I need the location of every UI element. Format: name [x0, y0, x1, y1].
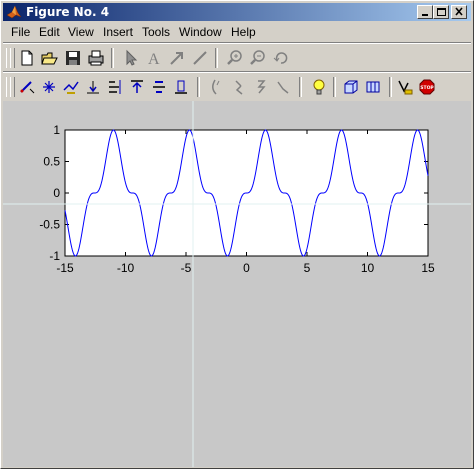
menu-insert[interactable]: Insert: [103, 25, 133, 39]
toolbar-grip[interactable]: [10, 77, 15, 97]
window-title: Figure No. 4: [26, 5, 110, 19]
align-top-button[interactable]: [127, 77, 147, 97]
matlab-logo-icon: [6, 4, 22, 20]
figure-window: Figure No. 4 File Edit View Insert Tools…: [0, 0, 474, 469]
rotate-3d-button[interactable]: [271, 48, 291, 68]
svg-text:STOP: STOP: [420, 85, 434, 91]
x-tick-label: -15: [56, 261, 74, 275]
camera-view-button[interactable]: [341, 77, 361, 97]
svg-text:A: A: [148, 51, 160, 68]
insert-line-icon: [193, 51, 207, 65]
scatter-marker-icon: [43, 81, 55, 93]
lightbulb-icon: [313, 79, 325, 95]
open-file-icon: [41, 52, 58, 65]
print-button[interactable]: [86, 48, 106, 68]
scatter-marker-button[interactable]: [39, 77, 59, 97]
insert-arrow-button[interactable]: [167, 48, 187, 68]
align-bottom-button[interactable]: [171, 77, 191, 97]
figure-toolbar: A: [3, 42, 471, 71]
minimize-button[interactable]: [417, 5, 433, 19]
edit-plot-icon: [20, 81, 35, 94]
camera-orbit-button[interactable]: [363, 77, 383, 97]
save-button[interactable]: [63, 48, 83, 68]
insert-text-icon: A: [148, 51, 160, 68]
y-tick-label: 0: [53, 186, 60, 200]
brush-icon: [257, 80, 266, 94]
close-icon: [455, 7, 463, 16]
cube-3d-icon: [344, 80, 358, 94]
menu-file[interactable]: File: [11, 25, 30, 39]
minimize-icon: [422, 14, 428, 16]
menu-tools[interactable]: Tools: [142, 25, 170, 39]
align-top-icon: [131, 80, 143, 93]
insert-colorbar-button[interactable]: [395, 77, 415, 97]
zoom-out-button[interactable]: [248, 48, 268, 68]
x-tick-label: 5: [304, 261, 311, 275]
maximize-icon: [437, 8, 446, 16]
datatip-icon: [235, 80, 243, 95]
x-tick-label: 15: [421, 261, 435, 275]
trace-button[interactable]: [61, 77, 81, 97]
save-icon: [66, 51, 80, 65]
menu-bar: File Edit View Insert Tools Window Help: [3, 23, 471, 41]
zoom-in-icon: [227, 50, 242, 65]
x-tick-label: -5: [181, 261, 192, 275]
align-center-button[interactable]: [149, 77, 169, 97]
y-tick-label: -0.5: [39, 218, 60, 232]
select-arrow-button[interactable]: [121, 48, 141, 68]
stop-button[interactable]: STOP: [417, 77, 437, 97]
brush-button[interactable]: [251, 77, 271, 97]
stop-icon: STOP: [419, 79, 435, 95]
menu-window[interactable]: Window: [179, 25, 222, 39]
lighting-button[interactable]: [309, 77, 329, 97]
pan-button[interactable]: [207, 77, 227, 97]
y-tick-label: -1: [49, 249, 60, 263]
y-tick-label: 0.5: [43, 155, 60, 169]
insert-text-button[interactable]: A: [144, 48, 164, 68]
rotate-3d-icon: [273, 52, 288, 64]
axis-align-button[interactable]: [83, 77, 103, 97]
align-bottom-icon: [175, 80, 187, 94]
distribute-icon: [109, 80, 121, 94]
open-file-button[interactable]: [40, 48, 60, 68]
line-tool-button[interactable]: [273, 77, 293, 97]
insert-colorbar-icon: [398, 80, 413, 95]
menu-view[interactable]: View: [68, 25, 94, 39]
zoom-out-icon: [250, 50, 265, 65]
datatip-button[interactable]: [229, 77, 249, 97]
print-icon: [88, 50, 104, 66]
zoom-in-button[interactable]: [225, 48, 245, 68]
maximize-button[interactable]: [433, 5, 449, 19]
pan-icon: [212, 79, 220, 95]
close-button[interactable]: [451, 5, 467, 19]
select-arrow-icon: [126, 49, 138, 66]
x-tick-label: 0: [243, 261, 250, 275]
trace-icon: [63, 81, 79, 94]
axis-align-icon: [87, 81, 99, 94]
insert-line-button[interactable]: [190, 48, 210, 68]
x-tick-label: -10: [117, 261, 135, 275]
toolbar-grip[interactable]: [10, 48, 15, 68]
line-icon: [277, 81, 289, 94]
edit-plot-button[interactable]: [17, 77, 37, 97]
menu-edit[interactable]: Edit: [39, 25, 60, 39]
distribute-button[interactable]: [105, 77, 125, 97]
y-tick-label: 1: [53, 123, 60, 137]
camera-icon: [366, 81, 380, 93]
new-figure-button[interactable]: [17, 48, 37, 68]
plot-edit-toolbar: STOP: [3, 71, 471, 100]
menu-help[interactable]: Help: [231, 25, 256, 39]
align-center-icon: [153, 81, 165, 93]
figure-canvas[interactable]: -15 -10 -5 0 5 10 15 -1 -0.5 0 0.5 1: [3, 101, 471, 467]
new-figure-icon: [21, 50, 33, 66]
insert-arrow-icon: [170, 52, 183, 65]
line-plot: -15 -10 -5 0 5 10 15 -1 -0.5 0 0.5 1: [3, 101, 471, 467]
title-bar[interactable]: Figure No. 4: [3, 3, 471, 21]
x-tick-label: 10: [361, 261, 375, 275]
